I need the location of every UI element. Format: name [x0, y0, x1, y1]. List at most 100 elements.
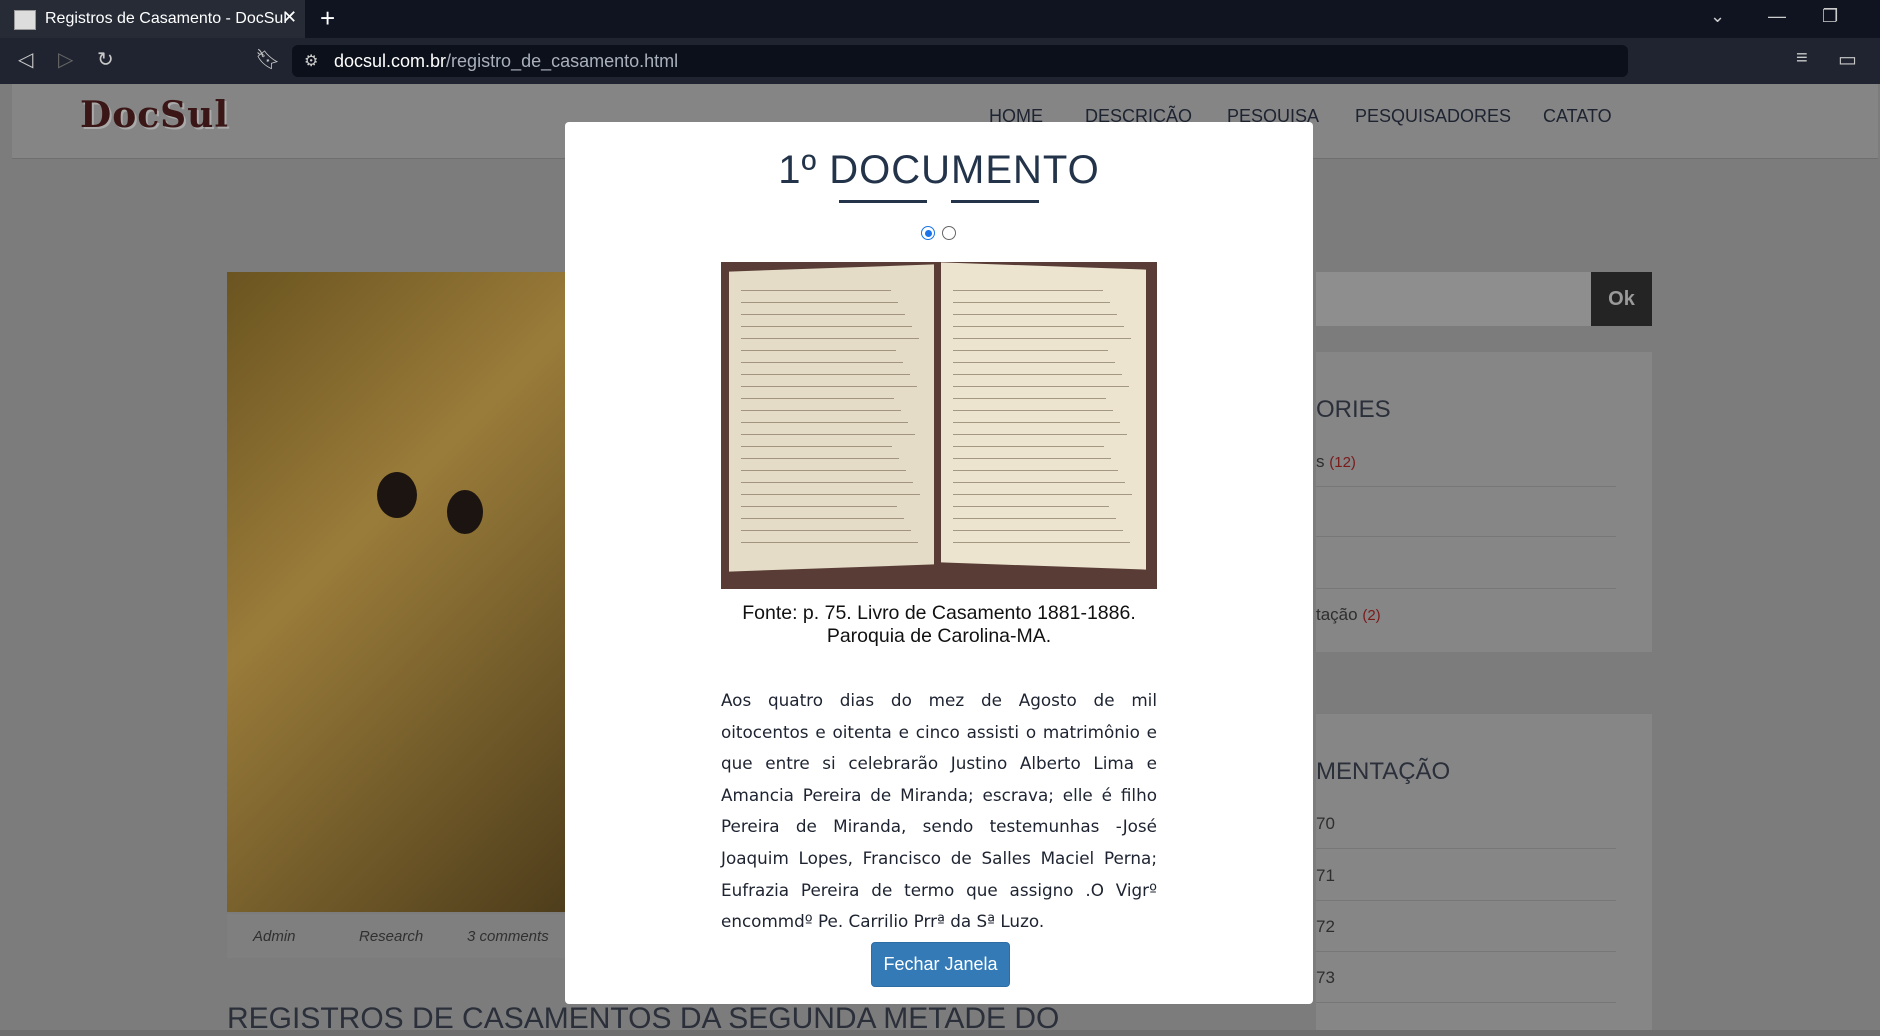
handwriting-line [953, 290, 1103, 291]
minimize-icon[interactable]: — [1768, 6, 1786, 27]
handwriting-line [953, 482, 1125, 483]
post-category[interactable]: Research [359, 928, 423, 945]
modal-title: 1º DOCUMENTO [778, 148, 1100, 192]
handwriting-line [741, 338, 919, 339]
category-label: s [1316, 452, 1325, 471]
tab-close-icon[interactable]: ✕ [282, 7, 297, 28]
handwriting-line [953, 434, 1127, 435]
category-count: (2) [1362, 607, 1381, 624]
slide-radio-2[interactable] [942, 226, 956, 240]
doc-item[interactable]: 70 [1316, 814, 1616, 849]
restore-icon[interactable]: ❐ [1822, 6, 1838, 27]
handwriting-line [741, 350, 896, 351]
photo-caption: Fonte: p. 75. Livro de Casamento 1881-18… [721, 602, 1157, 648]
url-domain: docsul.com.br [334, 51, 447, 71]
search-input[interactable] [1316, 272, 1591, 326]
url-path: /registro_de_casamento.html [446, 51, 679, 71]
handwriting-line [953, 362, 1115, 363]
back-icon[interactable]: ◁ [18, 47, 33, 72]
handwriting-line [741, 470, 906, 471]
post-author[interactable]: Admin [253, 928, 296, 945]
document-transcription: Aos quatro dias do mez de Agosto de mil … [721, 690, 1157, 932]
handwriting-line [741, 386, 917, 387]
nav-catato[interactable]: CATATO [1543, 106, 1612, 127]
page-bottom-strip [0, 1030, 1880, 1036]
forward-icon[interactable]: ▷ [58, 47, 73, 72]
post-image [227, 272, 567, 912]
handwriting-line [953, 518, 1116, 519]
handwriting-line [741, 410, 901, 411]
handwriting-line [741, 362, 903, 363]
handwriting-line [741, 422, 908, 423]
handwriting-line [953, 422, 1120, 423]
category-count: (12) [1329, 454, 1356, 471]
category-item[interactable] [1316, 554, 1616, 589]
categories-panel: ORIES s (12) tação (2) [1316, 352, 1652, 652]
handwriting-line [741, 506, 897, 507]
handwriting-line [953, 350, 1108, 351]
category-item[interactable]: s (12) [1316, 452, 1616, 487]
post-comments[interactable]: 3 comments [467, 928, 549, 945]
url-text: docsul.com.br/registro_de_casamento.html [334, 51, 678, 72]
handwriting-line [953, 302, 1110, 303]
handwriting-line [953, 458, 1111, 459]
caption-line-2: Paroquia de Carolina-MA. [826, 625, 1052, 647]
handwriting-line [953, 542, 1130, 543]
handwriting-line [953, 314, 1117, 315]
painting-figure [447, 490, 483, 534]
reload-icon[interactable]: ↻ [97, 47, 114, 72]
bookmark-icon[interactable]: 🔖︎ [255, 47, 280, 72]
handwriting-line [953, 338, 1131, 339]
handwriting-line [741, 542, 918, 543]
handwriting-line [741, 530, 911, 531]
caption-line-1: Fonte: p. 75. Livro de Casamento 1881-18… [742, 602, 1136, 624]
address-bar[interactable]: ⚙ docsul.com.br/registro_de_casamento.ht… [292, 45, 1628, 77]
handwriting-line [953, 494, 1132, 495]
handwriting-line [953, 446, 1104, 447]
playlist-icon[interactable]: ≡ [1796, 47, 1808, 70]
handwriting-line [741, 374, 910, 375]
slide-radio-1[interactable] [921, 226, 935, 240]
tab-list-chevron-icon[interactable]: ⌄ [1710, 6, 1725, 27]
new-tab-button[interactable]: + [320, 3, 335, 34]
nav-pesquisadores[interactable]: PESQUISADORES [1355, 106, 1511, 127]
search-ok-button[interactable]: Ok [1591, 272, 1652, 326]
category-item[interactable]: tação (2) [1316, 605, 1616, 639]
handwriting-line [741, 290, 891, 291]
wallet-icon[interactable]: ▭ [1838, 47, 1857, 72]
category-item[interactable] [1316, 502, 1616, 537]
handwriting-line [741, 314, 905, 315]
browser-tab[interactable]: Registros de Casamento - DocSul ✕ [0, 0, 305, 38]
site-logo[interactable]: DocSul [80, 94, 229, 136]
handwriting-line [953, 326, 1124, 327]
handwriting-line [741, 302, 898, 303]
book-page-left [729, 264, 934, 572]
tab-title: Registros de Casamento - DocSul [45, 10, 287, 27]
document-photo [721, 262, 1157, 589]
painting-figure [377, 472, 417, 518]
close-window-button[interactable]: Fechar Janela [871, 942, 1010, 987]
handwriting-line [741, 518, 904, 519]
handwriting-line [741, 494, 920, 495]
browser-tab-bar: Registros de Casamento - DocSul ✕ + ⌄ — … [0, 0, 1880, 38]
document-modal: 1º DOCUMENTO Fonte: p. 75. Livro de Casa… [565, 122, 1313, 1004]
site-info-icon[interactable]: ⚙ [304, 51, 318, 71]
handwriting-line [741, 326, 912, 327]
handwriting-line [953, 374, 1122, 375]
title-underline [951, 200, 1039, 203]
documentation-panel: MENTAÇÃO 70 71 72 73 [1316, 714, 1652, 1036]
handwriting-line [953, 470, 1118, 471]
doc-item[interactable]: 72 [1316, 917, 1616, 952]
doc-item[interactable]: 71 [1316, 866, 1616, 901]
handwriting-line [953, 410, 1113, 411]
book-page-right [941, 262, 1146, 570]
handwriting-line [953, 386, 1129, 387]
post-meta: Admin Research 3 comments [227, 914, 567, 958]
site-favicon-icon [14, 10, 36, 30]
handwriting-line [953, 530, 1123, 531]
handwriting-line [741, 434, 915, 435]
category-label: tação [1316, 605, 1358, 624]
doc-item[interactable]: 73 [1316, 968, 1616, 1003]
handwriting-line [741, 482, 913, 483]
title-underline [839, 200, 927, 203]
